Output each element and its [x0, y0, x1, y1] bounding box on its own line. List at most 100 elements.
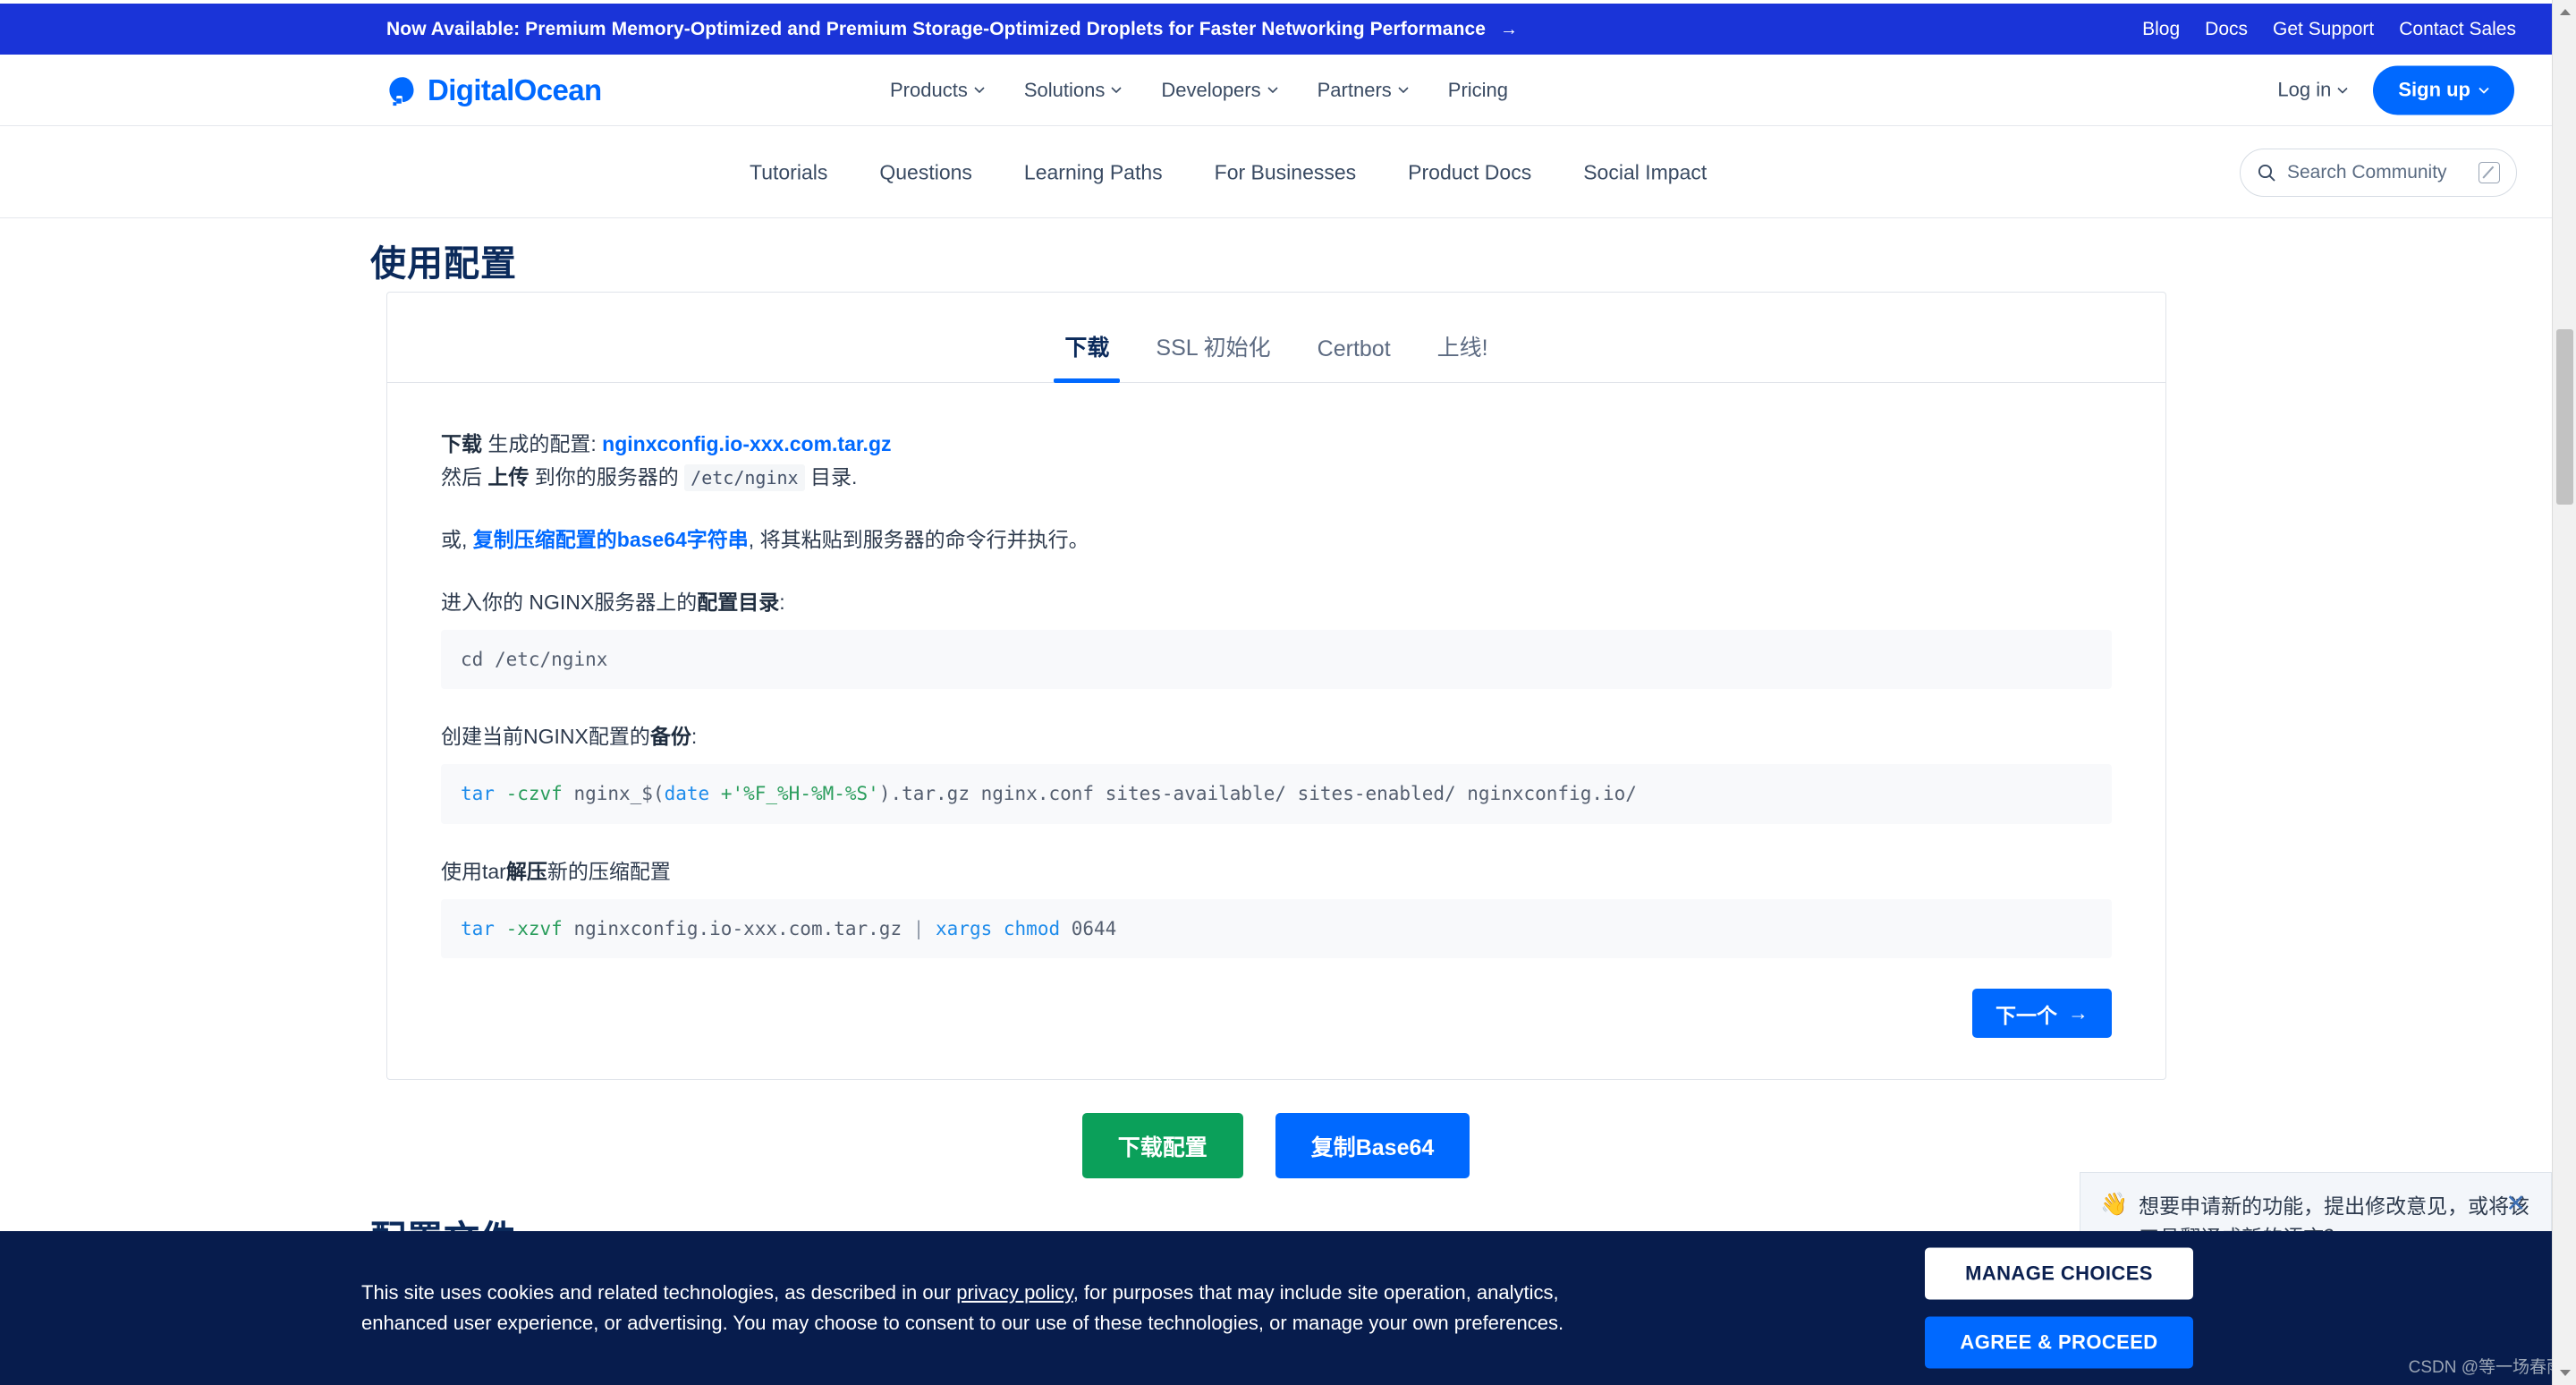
download-line-2-a: 然后 [441, 465, 488, 489]
subnav-item-learning-paths[interactable]: Learning Paths [1024, 160, 1163, 184]
download-line-1: 下载 生成的配置: nginxconfig.io-xxx.com.tar.gz [441, 428, 2112, 461]
promo-message-link[interactable]: Now Available: Premium Memory-Optimized … [386, 19, 1518, 40]
subnav-item-tutorials[interactable]: Tutorials [750, 160, 827, 184]
code-token: tar [461, 783, 495, 805]
main-header: DigitalOcean Products Solutions Develope… [0, 55, 2552, 126]
nav-item-pricing[interactable]: Pricing [1448, 79, 1508, 102]
search-icon [2258, 164, 2275, 182]
copy-base64-link[interactable]: 复制压缩配置的base64字符串 [473, 528, 749, 551]
digitalocean-logo-link[interactable]: DigitalOcean [386, 73, 602, 107]
download-archive-link[interactable]: nginxconfig.io-xxx.com.tar.gz [602, 432, 891, 455]
tab-certbot[interactable]: Certbot [1294, 336, 1414, 382]
code-token: /etc/nginx [483, 648, 608, 670]
promo-link-docs[interactable]: Docs [2205, 19, 2248, 40]
login-label: Log in [2277, 78, 2332, 101]
step3-label-a: 使用tar [441, 859, 506, 883]
next-button[interactable]: 下一个 → [1972, 989, 2112, 1039]
scroll-down-button[interactable] [2553, 1361, 2576, 1385]
close-icon[interactable]: ✕ [2500, 1191, 2531, 1217]
nav-item-partners[interactable]: Partners [1318, 79, 1409, 102]
code-token: ).tar.gz nginx.conf sites-available/ sit… [878, 783, 1637, 805]
header-actions: Log in Sign up [2277, 65, 2514, 115]
code-token: cd [461, 648, 484, 670]
promo-link-get-support[interactable]: Get Support [2273, 19, 2374, 40]
tab-panel-download: 下载 生成的配置: nginxconfig.io-xxx.com.tar.gz … [387, 383, 2165, 1079]
code-token: date [664, 783, 710, 805]
primary-actions: 下载配置 复制Base64 [0, 1113, 2552, 1178]
step2-label-a: 创建当前NGINX配置的 [441, 725, 650, 749]
cookie-text-a: This site uses cookies and related techn… [361, 1280, 957, 1304]
chevron-down-icon [1267, 87, 1278, 93]
cookie-consent-banner: This site uses cookies and related techn… [0, 1231, 2576, 1385]
step2-label-b: 备份 [649, 725, 691, 749]
scrollbar-thumb[interactable] [2556, 329, 2573, 505]
search-community-input[interactable]: Search Community [2240, 148, 2517, 197]
tab-ssl-init[interactable]: SSL 初始化 [1132, 330, 1293, 382]
nav-item-solutions[interactable]: Solutions [1024, 79, 1123, 102]
code-block-extract[interactable]: tar -xzvf nginxconfig.io-xxx.com.tar.gz … [441, 898, 2112, 959]
nav-item-developers-label: Developers [1161, 78, 1261, 101]
subnav-item-social-impact[interactable]: Social Impact [1583, 160, 1707, 184]
code-token: nginx_$( [562, 783, 665, 805]
signup-button[interactable]: Sign up [2373, 65, 2514, 115]
download-line-2: 然后 上传 到你的服务器的 /etc/nginx 目录. [441, 461, 2112, 494]
code-block-cd[interactable]: cd /etc/nginx [441, 629, 2112, 690]
step3-label-b: 解压 [505, 859, 547, 883]
chevron-down-icon [974, 87, 985, 93]
code-token: +'%F_%H-%M-%S' [709, 783, 879, 805]
nav-item-products[interactable]: Products [890, 79, 985, 102]
code-token: chmod [992, 917, 1061, 939]
tab-download[interactable]: 下载 [1041, 330, 1132, 383]
promo-banner: Now Available: Premium Memory-Optimized … [0, 4, 2552, 55]
next-button-label: 下一个 [1996, 1003, 2057, 1027]
step2-label: 创建当前NGINX配置的备份: [441, 719, 2112, 750]
step2-label-c: : [691, 725, 698, 749]
code-token: 0644 [1060, 917, 1117, 939]
subnav-item-for-businesses[interactable]: For Businesses [1215, 160, 1357, 184]
code-token: -xzvf [494, 917, 563, 939]
watermark: CSDN @等一场春雨 [2408, 1358, 2563, 1377]
nav-item-solutions-label: Solutions [1023, 78, 1106, 101]
download-line-3-b: , 将其粘贴到服务器的命令行并执行。 [748, 527, 1089, 551]
digitalocean-logo-icon [389, 76, 414, 106]
promo-link-contact-sales[interactable]: Contact Sales [2399, 19, 2516, 40]
nav-item-products-label: Products [890, 78, 968, 101]
code-block-backup[interactable]: tar -czvf nginx_$(date +'%F_%H-%M-%S').t… [441, 764, 2112, 824]
manage-choices-button[interactable]: MANAGE CHOICES [1925, 1247, 2193, 1300]
agree-and-proceed-button[interactable]: AGREE & PROCEED [1925, 1316, 2193, 1369]
download-config-button[interactable]: 下载配置 [1081, 1113, 1243, 1178]
copy-base64-button[interactable]: 复制Base64 [1275, 1113, 1470, 1178]
nav-item-partners-label: Partners [1317, 78, 1392, 101]
subnav-item-product-docs[interactable]: Product Docs [1408, 160, 1531, 184]
step1-label-c: : [779, 590, 785, 614]
download-line-1-mid: 生成的配置: [482, 432, 603, 455]
promo-links: Blog Docs Get Support Contact Sales [2142, 19, 2516, 40]
download-line-3: 或, 复制压缩配置的base64字符串, 将其粘贴到服务器的命令行并执行。 [441, 523, 2112, 557]
waving-hand-icon: 👋 [2100, 1192, 2129, 1217]
page-root: Now Available: Premium Memory-Optimized … [0, 0, 2576, 1385]
code-token: tar [461, 917, 495, 939]
nav-item-developers[interactable]: Developers [1161, 78, 1278, 102]
main-nav: Products Solutions Developers Partners P… [890, 79, 1508, 102]
triangle-up-icon [2559, 9, 2571, 15]
nav-item-pricing-label: Pricing [1447, 78, 1509, 101]
download-line-1-prefix: 下载 [441, 432, 482, 455]
login-link[interactable]: Log in [2277, 79, 2348, 102]
search-placeholder: Search Community [2287, 161, 2447, 183]
signup-label: Sign up [2398, 78, 2470, 101]
scroll-up-button[interactable] [2553, 0, 2576, 24]
subnav-item-questions[interactable]: Questions [879, 160, 972, 184]
tab-golive[interactable]: 上线! [1414, 330, 1512, 382]
step1-label: 进入你的 NGINX服务器上的配置目录: [441, 585, 2112, 616]
community-subnav: Tutorials Questions Learning Paths For B… [0, 127, 2552, 218]
step1-label-a: 进入你的 NGINX服务器上的 [441, 590, 698, 614]
promo-link-blog[interactable]: Blog [2142, 19, 2180, 40]
page-scrollbar[interactable] [2552, 0, 2576, 1385]
config-tab-card: 下载 SSL 初始化 Certbot 上线! 下载 生成的配置: nginxco… [386, 292, 2166, 1081]
arrow-right-icon: → [2068, 1001, 2089, 1025]
code-token: -czvf [494, 783, 563, 805]
step3-label: 使用tar解压新的压缩配置 [441, 854, 2112, 885]
privacy-policy-link[interactable]: privacy policy [956, 1281, 1072, 1304]
chevron-down-icon [1111, 87, 1122, 93]
